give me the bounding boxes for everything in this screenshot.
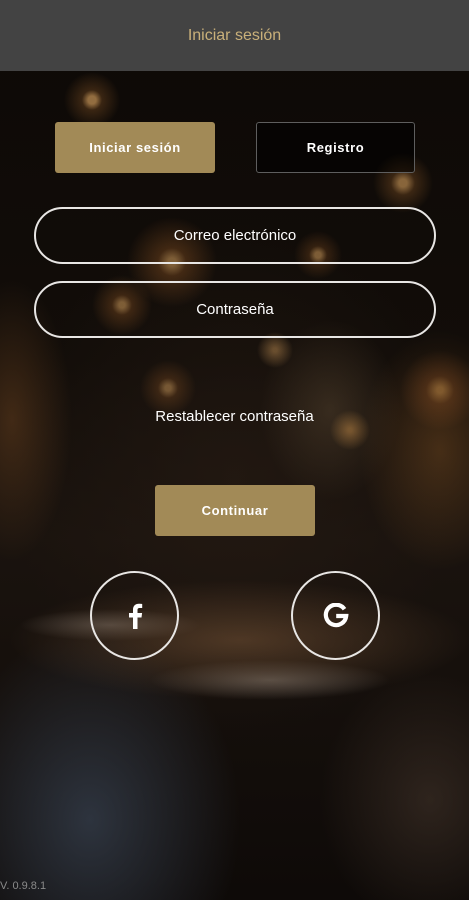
google-login-button[interactable] [291, 571, 380, 660]
facebook-icon [128, 603, 142, 629]
app-header: Iniciar sesión [0, 0, 469, 71]
google-icon [323, 602, 349, 627]
login-tab-button[interactable]: Iniciar sesión [55, 122, 215, 173]
header-title: Iniciar sesión [187, 26, 282, 44]
reset-password-link[interactable]: Restablecer contraseña [0, 408, 469, 425]
register-tab-button[interactable]: Registro [256, 122, 415, 173]
email-field[interactable]: Correo electrónico [34, 207, 436, 264]
password-field[interactable]: Contraseña [34, 281, 436, 338]
continue-button[interactable]: Continuar [155, 485, 315, 536]
facebook-login-button[interactable] [90, 571, 179, 660]
app-version-label: V. 0.9.8.1 [0, 880, 47, 892]
